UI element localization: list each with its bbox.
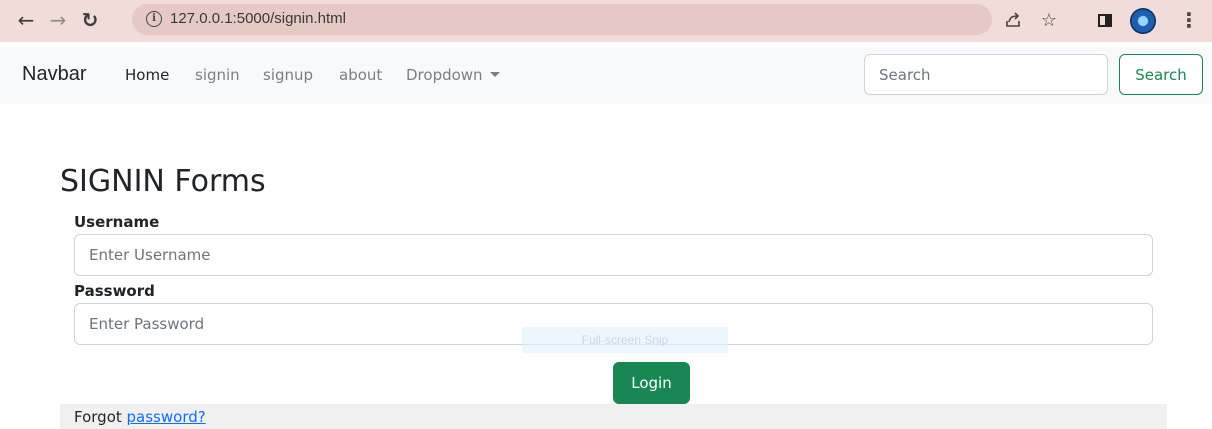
back-arrow-icon[interactable]: ← [14,8,38,32]
username-label: Username [74,213,160,231]
search-button[interactable]: Search [1119,54,1203,95]
site-navbar: Navbar Home signin signup about Dropdown… [0,47,1212,104]
caret-down-icon [489,72,500,77]
navbar-brand[interactable]: Navbar [22,63,86,86]
password-label: Password [74,282,155,300]
url-text[interactable]: 127.0.0.1:5000/signin.html [170,9,346,29]
menu-icon[interactable]: ⋮ [1179,8,1199,32]
profile-icon[interactable] [1130,8,1156,34]
forgot-label: Forgot [74,408,127,426]
share-icon[interactable] [1002,9,1024,31]
nav-dropdown-label: Dropdown [406,66,483,84]
side-panel-icon[interactable] [1094,9,1116,31]
forgot-password-link[interactable]: password? [127,408,206,426]
forgot-password-bar: Forgot password? [60,404,1167,429]
forward-arrow-icon[interactable]: → [46,8,70,32]
forgot-password-text: Forgot password? [74,407,206,427]
share-icon-glyph [1006,12,1020,27]
reload-icon[interactable]: ↻ [78,8,102,32]
snip-overlay: Full-screen Snip [522,327,728,353]
nav-link-signin[interactable]: signin [195,65,240,85]
nav-link-home[interactable]: Home [125,65,169,85]
nav-link-signup[interactable]: signup [263,65,313,85]
page-title: SIGNIN Forms [60,164,266,199]
nav-link-about[interactable]: about [339,65,382,85]
nav-dropdown[interactable]: Dropdown [406,65,500,85]
search-input[interactable] [864,54,1108,95]
username-input[interactable] [74,234,1153,276]
login-button[interactable]: Login [613,362,690,404]
star-icon[interactable]: ☆ [1038,9,1060,31]
info-icon[interactable]: i [146,11,162,27]
